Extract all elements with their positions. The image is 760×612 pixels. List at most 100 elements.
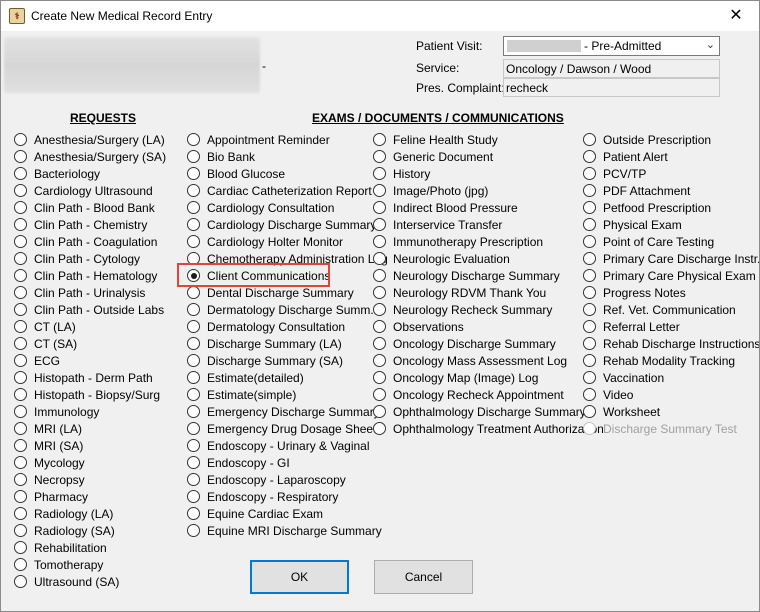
radio-immunotherapy-prescription[interactable]: Immunotherapy Prescription [373,233,604,250]
radio-circle-icon[interactable] [14,575,27,588]
radio-circle-icon[interactable] [187,337,200,350]
radio-circle-icon[interactable] [14,371,27,384]
radio-pdf-attachment[interactable]: PDF Attachment [583,182,759,199]
radio-circle-icon[interactable] [187,150,200,163]
radio-circle-icon[interactable] [583,354,596,367]
radio-circle-icon[interactable] [187,167,200,180]
radio-circle-icon[interactable] [187,133,200,146]
radio-circle-icon[interactable] [14,337,27,350]
radio-circle-icon[interactable] [373,167,386,180]
radio-neurology-rdvm-thank-you[interactable]: Neurology RDVM Thank You [373,284,604,301]
radio-oncology-mass-assessment-log[interactable]: Oncology Mass Assessment Log [373,352,604,369]
radio-blood-glucose[interactable]: Blood Glucose [187,165,388,182]
radio-circle-icon[interactable] [187,490,200,503]
radio-circle-icon[interactable] [373,184,386,197]
radio-patient-alert[interactable]: Patient Alert [583,148,759,165]
radio-circle-icon[interactable] [14,252,27,265]
radio-mri-la[interactable]: MRI (LA) [14,420,166,437]
radio-circle-icon[interactable] [14,456,27,469]
radio-circle-icon[interactable] [583,150,596,163]
radio-ecg[interactable]: ECG [14,352,166,369]
radio-history[interactable]: History [373,165,604,182]
radio-circle-icon[interactable] [14,269,27,282]
radio-cardiology-consultation[interactable]: Cardiology Consultation [187,199,388,216]
radio-observations[interactable]: Observations [373,318,604,335]
radio-circle-icon[interactable] [583,201,596,214]
radio-circle-icon[interactable] [14,133,27,146]
radio-clin-path-outside-labs[interactable]: Clin Path - Outside Labs [14,301,166,318]
radio-ct-la[interactable]: CT (LA) [14,318,166,335]
radio-circle-icon[interactable] [583,235,596,248]
radio-oncology-recheck-appointment[interactable]: Oncology Recheck Appointment [373,386,604,403]
radio-circle-icon[interactable] [14,303,27,316]
radio-ct-sa[interactable]: CT (SA) [14,335,166,352]
radio-client-communications[interactable]: Client Communications [187,267,388,284]
radio-dental-discharge-summary[interactable]: Dental Discharge Summary [187,284,388,301]
radio-image-photo-jpg[interactable]: Image/Photo (jpg) [373,182,604,199]
radio-circle-icon[interactable] [187,388,200,401]
radio-endoscopy-urinary-vaginal[interactable]: Endoscopy - Urinary & Vaginal [187,437,388,454]
radio-generic-document[interactable]: Generic Document [373,148,604,165]
radio-circle-icon[interactable] [14,558,27,571]
radio-circle-icon[interactable] [187,218,200,231]
radio-circle-icon[interactable] [14,388,27,401]
radio-circle-icon[interactable] [14,354,27,367]
radio-petfood-prescription[interactable]: Petfood Prescription [583,199,759,216]
radio-circle-icon[interactable] [187,320,200,333]
radio-circle-icon[interactable] [583,184,596,197]
radio-circle-icon[interactable] [14,320,27,333]
radio-circle-icon[interactable] [373,422,386,435]
radio-circle-icon[interactable] [583,167,596,180]
radio-cardiac-catheterization-report[interactable]: Cardiac Catheterization Report [187,182,388,199]
radio-circle-icon[interactable] [583,371,596,384]
radio-clin-path-chemistry[interactable]: Clin Path - Chemistry [14,216,166,233]
radio-circle-icon[interactable] [14,235,27,248]
radio-circle-icon[interactable] [14,150,27,163]
radio-circle-icon[interactable] [187,184,200,197]
radio-circle-icon[interactable] [583,320,596,333]
radio-circle-icon[interactable] [14,439,27,452]
radio-circle-icon[interactable] [373,337,386,350]
radio-circle-icon[interactable] [14,473,27,486]
ok-button[interactable]: OK [250,560,349,594]
radio-circle-icon[interactable] [14,524,27,537]
radio-ophthalmology-discharge-summary[interactable]: Ophthalmology Discharge Summary [373,403,604,420]
radio-anesthesia-surgery-la[interactable]: Anesthesia/Surgery (LA) [14,131,166,148]
radio-circle-icon[interactable] [187,439,200,452]
radio-clin-path-cytology[interactable]: Clin Path - Cytology [14,250,166,267]
radio-circle-icon[interactable] [14,422,27,435]
radio-discharge-summary-la[interactable]: Discharge Summary (LA) [187,335,388,352]
radio-circle-icon[interactable] [187,456,200,469]
radio-circle-icon[interactable] [14,507,27,520]
radio-feline-health-study[interactable]: Feline Health Study [373,131,604,148]
radio-ref-vet-communication[interactable]: Ref. Vet. Communication [583,301,759,318]
radio-estimate-simple[interactable]: Estimate(simple) [187,386,388,403]
radio-pcv-tp[interactable]: PCV/TP [583,165,759,182]
radio-estimate-detailed[interactable]: Estimate(detailed) [187,369,388,386]
radio-circle-icon[interactable] [373,405,386,418]
radio-endoscopy-respiratory[interactable]: Endoscopy - Respiratory [187,488,388,505]
radio-circle-icon[interactable] [373,133,386,146]
radio-circle-icon[interactable] [583,303,596,316]
radio-circle-icon[interactable] [373,354,386,367]
radio-circle-icon[interactable] [373,371,386,384]
radio-oncology-map-image-log[interactable]: Oncology Map (Image) Log [373,369,604,386]
radio-neurology-discharge-summary[interactable]: Neurology Discharge Summary [373,267,604,284]
radio-cardiology-holter-monitor[interactable]: Cardiology Holter Monitor [187,233,388,250]
radio-radiology-sa[interactable]: Radiology (SA) [14,522,166,539]
radio-circle-icon[interactable] [14,490,27,503]
radio-bacteriology[interactable]: Bacteriology [14,165,166,182]
radio-circle-icon[interactable] [187,303,200,316]
radio-circle-icon[interactable] [14,167,27,180]
radio-endoscopy-laparoscopy[interactable]: Endoscopy - Laparoscopy [187,471,388,488]
radio-bio-bank[interactable]: Bio Bank [187,148,388,165]
radio-circle-icon[interactable] [583,286,596,299]
radio-circle-icon[interactable] [187,371,200,384]
radio-oncology-discharge-summary[interactable]: Oncology Discharge Summary [373,335,604,352]
radio-histopath-derm-path[interactable]: Histopath - Derm Path [14,369,166,386]
radio-circle-icon[interactable] [187,201,200,214]
radio-circle-icon[interactable] [187,354,200,367]
radio-progress-notes[interactable]: Progress Notes [583,284,759,301]
radio-circle-icon[interactable] [373,320,386,333]
radio-rehabilitation[interactable]: Rehabilitation [14,539,166,556]
